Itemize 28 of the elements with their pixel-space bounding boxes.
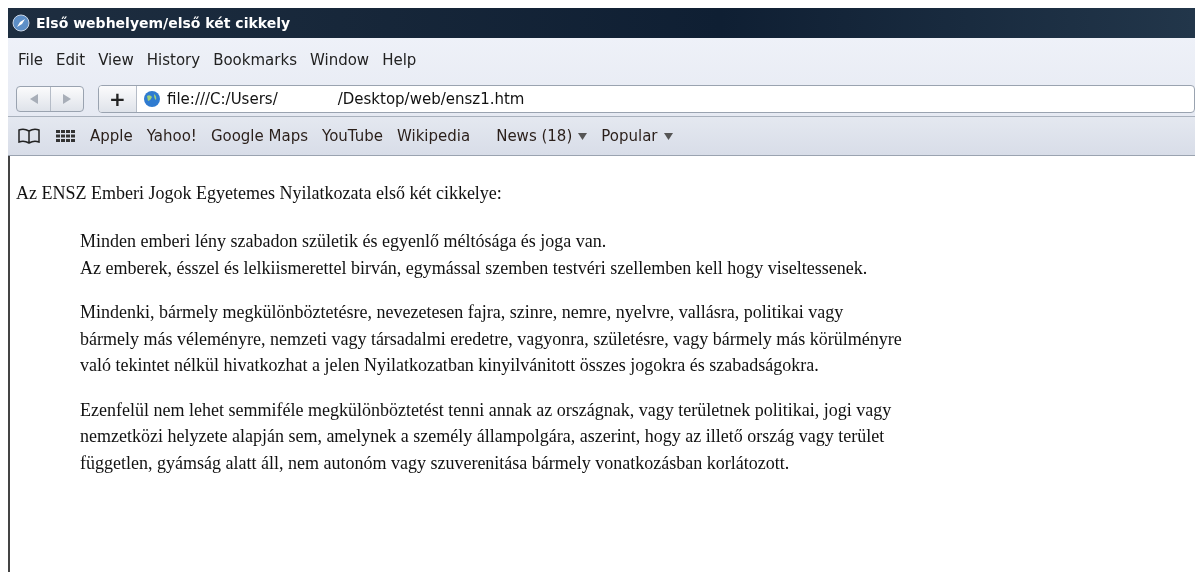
url-text: /Desktop/web/ensz1.htm [337, 90, 525, 108]
bookmark-link[interactable]: Google Maps [210, 127, 308, 145]
paragraph: Mindenki, bármely megkülönböztetésre, nevezetesen fajra, szinre, nemre, nyelvre, vallásra, politikai vagy bármely más véleményre, nemzeti vagy társadalmi eredetre, vagyonra, születésre, vagy bármely más körülményre való tekintet nélkül hivatkozhat a jelen Nyilatkozatban kinyilvánitott összes jogokra és szabadságokra. [80, 301, 903, 377]
address-field[interactable]: + file:///C:/Users/ /Desktop/web/ensz1.htm [98, 85, 1195, 113]
right-triangle-icon [61, 93, 73, 105]
book-icon[interactable] [18, 128, 40, 144]
menu-item[interactable]: Help [382, 51, 430, 69]
menu-item[interactable]: File [18, 51, 57, 69]
paragraph: Minden emberi lény szabadon születik és egyenlő méltósága és joga van. Az emberek, ésszel és lelkiismerettel birván, egymással szemben testvéri szellemben kell hogy viseltessenek. [80, 230, 869, 280]
globe-icon [143, 90, 161, 108]
bookmark-link[interactable]: Apple [90, 127, 133, 145]
bookmark-link[interactable]: Yahoo! [146, 127, 197, 145]
menu-item[interactable]: History [146, 51, 214, 69]
menu-item[interactable]: Edit [56, 51, 99, 69]
intro-text: Az ENSZ Emberi Jogok Egyetemes Nyilatkozata első két cikkelye: [16, 182, 503, 205]
bookmark-link[interactable]: Wikipedia [397, 127, 471, 145]
bookmark-link[interactable]: YouTube [322, 127, 383, 145]
url-text: file:///C:/Users/ [167, 90, 278, 108]
menu-item[interactable]: Bookmarks [213, 51, 310, 69]
bookmark-menu[interactable]: Popular [601, 127, 673, 145]
new-tab-button[interactable]: + [99, 86, 137, 112]
compass-icon [12, 14, 30, 32]
menu-item[interactable]: Window [309, 51, 383, 69]
menu-item[interactable]: View [98, 51, 147, 69]
paragraph: Ezenfelül nem lehet semmiféle megkülönböztetést tenni annak az országnak, vagy területnek politikai, jogi vagy nemzetközi helyzete alapján sem, amelynek a személy állampolgára, aszerint, hogy az illető ország vagy terület független, gyámság alatt áll, nem autonóm vagy szuverenitása bármely vonatkozásban korlátozott. [80, 398, 893, 475]
bookmark-menu[interactable]: News (18) [496, 127, 588, 145]
window-title: Első webhelyem/első két cikkely [36, 15, 291, 31]
grid-icon[interactable] [54, 128, 76, 144]
